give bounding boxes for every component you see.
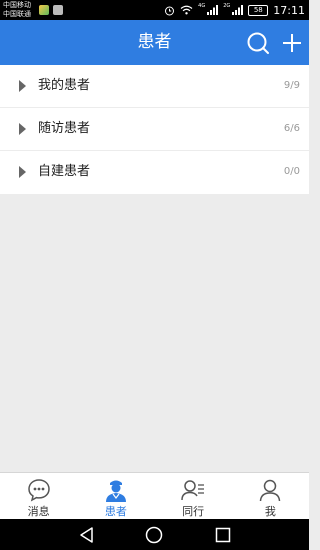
notification-app-icon xyxy=(39,5,49,15)
expand-caret-icon xyxy=(19,166,26,178)
system-navigation-bar xyxy=(0,519,309,550)
plus-icon[interactable] xyxy=(280,31,304,55)
tab-colleagues[interactable]: 同行 xyxy=(155,473,232,519)
status-time: 17:11 xyxy=(273,3,305,17)
home-icon[interactable] xyxy=(144,525,164,545)
app-header: 患者 xyxy=(0,20,309,65)
bottom-tab-bar: 消息 患者 同行 我 xyxy=(0,472,309,519)
back-icon[interactable] xyxy=(77,525,97,545)
tab-label: 消息 xyxy=(27,505,50,518)
tab-label: 患者 xyxy=(104,505,127,518)
group-row-followup-patients[interactable]: 随访患者 6/6 xyxy=(0,108,309,151)
colleague-icon xyxy=(181,480,205,501)
tab-patients[interactable]: 患者 xyxy=(77,473,154,519)
status-bar: 中国移动 中国联通 4G 2G 58 17:11 xyxy=(0,0,309,20)
notification-app-icon xyxy=(53,5,63,15)
carrier-name-2: 中国联通 xyxy=(3,10,31,18)
person-icon xyxy=(260,479,281,502)
group-row-my-patients[interactable]: 我的患者 9/9 xyxy=(0,65,309,108)
battery-indicator: 58 xyxy=(248,4,269,16)
search-icon[interactable] xyxy=(246,31,270,55)
tab-messages[interactable]: 消息 xyxy=(0,473,77,519)
expand-caret-icon xyxy=(19,123,26,135)
notification-icons xyxy=(39,5,63,15)
group-count: 9/9 xyxy=(283,80,300,91)
group-label: 我的患者 xyxy=(38,78,91,93)
tab-me[interactable]: 我 xyxy=(232,473,309,519)
carrier-info: 中国移动 中国联通 xyxy=(3,1,31,19)
group-count: 6/6 xyxy=(283,123,300,134)
network-type-4g: 4G xyxy=(198,3,206,9)
tab-label: 我 xyxy=(264,505,276,518)
patient-group-list: 我的患者 9/9 随访患者 6/6 自建患者 0/0 xyxy=(0,65,309,194)
group-count: 0/0 xyxy=(283,166,300,177)
group-row-self-created-patients[interactable]: 自建患者 0/0 xyxy=(0,151,309,194)
alarm-icon xyxy=(165,6,175,15)
signal-icon xyxy=(207,5,219,15)
chat-bubble-icon xyxy=(27,479,50,502)
doctor-icon xyxy=(105,480,126,502)
wifi-icon xyxy=(180,5,193,15)
recent-apps-icon[interactable] xyxy=(213,525,233,545)
group-label: 自建患者 xyxy=(38,164,91,179)
group-label: 随访患者 xyxy=(38,121,91,136)
expand-caret-icon xyxy=(19,80,26,92)
status-indicators: 4G 2G 58 17:11 xyxy=(164,3,305,17)
signal-icon xyxy=(232,5,244,15)
carrier-name-1: 中国移动 xyxy=(3,1,31,9)
tab-label: 同行 xyxy=(182,505,205,518)
network-type-2g: 2G xyxy=(223,3,231,9)
